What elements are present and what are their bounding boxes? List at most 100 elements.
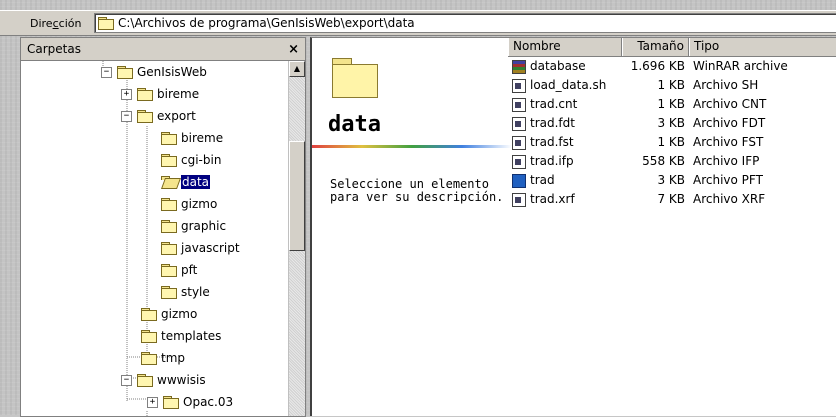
file-name: trad.xrf [530, 192, 575, 206]
scroll-thumb[interactable] [289, 141, 305, 251]
tree-item[interactable]: − GenIsisWeb [101, 63, 207, 81]
tree-item-label: tmp [161, 351, 186, 365]
tree-item-label: data [181, 175, 211, 189]
file-name: load_data.sh [530, 78, 607, 92]
file-row[interactable]: trad.ifp 558 KB Archivo IFP [508, 152, 836, 171]
tree-item-label: bireme [181, 131, 224, 145]
tree-item-label: cgi-bin [181, 153, 222, 167]
tree-item[interactable]: style [161, 283, 210, 301]
column-type-header[interactable]: Tipo [689, 38, 836, 56]
close-icon[interactable]: × [288, 42, 299, 57]
tree-item-label: GenIsisWeb [137, 65, 207, 79]
file-row[interactable]: trad.fst 1 KB Archivo FST [508, 133, 836, 152]
file-type: Archivo IFP [693, 154, 760, 168]
file-name: trad.fdt [530, 116, 575, 130]
selection-hint: Seleccione un elemento para ver su descr… [330, 177, 504, 204]
file-type: Archivo CNT [693, 97, 767, 111]
tree-item[interactable]: cgi-bin [161, 151, 221, 169]
file-name: trad.ifp [530, 154, 574, 168]
tree-item[interactable]: graphic [161, 217, 226, 235]
tree-item-label: javascript [181, 241, 240, 255]
tree-item[interactable]: javascript [161, 239, 240, 257]
folders-pane: Carpetas × − GenIsisWeb + bireme − export bire… [20, 37, 306, 417]
tree-item-label: Opac.03 [183, 395, 234, 409]
tree-item[interactable]: tmp [141, 349, 185, 367]
column-size-header[interactable]: Tamaño [622, 38, 689, 56]
tree-item[interactable]: pft [161, 261, 197, 279]
document-file-icon [512, 192, 526, 207]
file-type: Archivo PFT [693, 173, 763, 187]
folder-icon [161, 242, 177, 255]
file-name: trad [530, 173, 555, 187]
tree-item-label: style [181, 285, 210, 299]
tree-item[interactable]: gizmo [161, 195, 217, 213]
vertical-scrollbar[interactable]: ▲ [288, 61, 305, 416]
tree-item-label: pft [181, 263, 198, 277]
address-path: C:\Archivos de programa\GenIsisWeb\expor… [118, 16, 415, 30]
tree-item[interactable]: − wwwisis [121, 371, 206, 389]
tree-item[interactable]: + Opac.03 [147, 393, 233, 411]
file-name-cell: load_data.sh [508, 77, 622, 94]
folder-icon [141, 330, 157, 343]
file-name-cell: trad.xrf [508, 191, 622, 208]
document-file-icon [512, 97, 526, 112]
folder-icon [161, 264, 177, 277]
large-folder-icon [332, 58, 378, 98]
file-name: trad.fst [530, 135, 574, 149]
address-input[interactable]: C:\Archivos de programa\GenIsisWeb\expor… [94, 13, 836, 33]
content-pane: data Seleccione un elemento para ver su … [310, 37, 836, 416]
folder-icon [161, 132, 177, 145]
scroll-up-arrow-icon[interactable]: ▲ [289, 61, 305, 77]
address-bar: Dirección C:\Archivos de programa\GenIsi… [0, 10, 836, 36]
file-name-cell: trad.cnt [508, 96, 622, 113]
tree-item[interactable]: data [161, 173, 211, 191]
folder-icon [141, 352, 157, 365]
pft-file-icon [512, 173, 526, 188]
expand-icon[interactable]: + [121, 88, 132, 100]
file-row[interactable]: database 1.696 KB WinRAR archive [508, 57, 836, 76]
tree-item[interactable]: + bireme [121, 85, 199, 103]
tree-item-label: wwwisis [157, 373, 206, 387]
folders-pane-header: Carpetas × [21, 38, 305, 61]
file-size: 1 KB [657, 78, 685, 92]
file-row[interactable]: load_data.sh 1 KB Archivo SH [508, 76, 836, 95]
tree-item-label: export [157, 109, 196, 123]
tree-item-label: templates [161, 329, 222, 343]
file-row[interactable]: trad 3 KB Archivo PFT [508, 171, 836, 190]
folder-icon [161, 220, 177, 233]
file-name-cell: database [508, 58, 622, 75]
file-name-cell: trad [508, 172, 622, 189]
file-name-cell: trad.fst [508, 134, 622, 151]
file-name: trad.cnt [530, 97, 578, 111]
tree-item[interactable]: templates [141, 327, 221, 345]
tree-item[interactable]: − export [121, 107, 196, 125]
file-size: 3 KB [657, 116, 685, 130]
collapse-icon[interactable]: − [121, 110, 132, 122]
document-file-icon [512, 154, 526, 169]
collapse-icon[interactable]: − [101, 66, 112, 78]
document-file-icon [512, 116, 526, 131]
folder-icon [137, 110, 153, 123]
file-row[interactable]: trad.cnt 1 KB Archivo CNT [508, 95, 836, 114]
tree-item-label: graphic [181, 219, 227, 233]
open-folder-icon [161, 176, 177, 188]
archive-file-icon [512, 59, 526, 74]
file-type: Archivo SH [693, 78, 759, 92]
file-type: Archivo FDT [693, 116, 766, 130]
file-type: WinRAR archive [693, 59, 788, 73]
tree-item[interactable]: bireme [161, 129, 223, 147]
document-file-icon [512, 78, 526, 93]
file-size: 558 KB [642, 154, 685, 168]
folder-tree: − GenIsisWeb + bireme − export bireme cgi-bin da… [21, 61, 283, 416]
column-name-header[interactable]: Nombre [508, 38, 622, 56]
file-list-header: Nombre Tamaño Tipo [508, 38, 836, 57]
collapse-icon[interactable]: − [121, 374, 132, 386]
file-row[interactable]: trad.fdt 3 KB Archivo FDT [508, 114, 836, 133]
tree-item[interactable]: gizmo [141, 305, 197, 323]
file-size: 3 KB [657, 173, 685, 187]
file-row[interactable]: trad.xrf 7 KB Archivo XRF [508, 190, 836, 209]
title-divider [312, 145, 512, 148]
expand-icon[interactable]: + [147, 396, 158, 408]
file-size: 7 KB [657, 192, 685, 206]
document-file-icon [512, 135, 526, 150]
